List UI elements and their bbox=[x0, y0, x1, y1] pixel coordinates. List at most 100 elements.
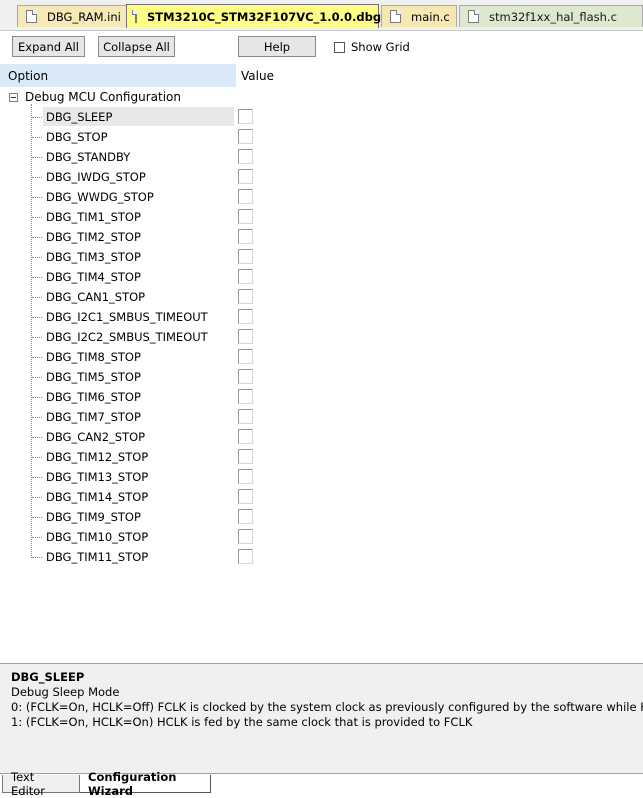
option-value-checkbox[interactable] bbox=[238, 169, 253, 184]
option-row[interactable]: DBG_TIM7_STOP bbox=[0, 407, 643, 427]
editor-tab-bar: DBG_RAM.ini STM3210C_STM32F107VC_1.0.0.d… bbox=[0, 0, 643, 31]
tab-text-editor[interactable]: Text Editor bbox=[2, 770, 80, 798]
option-row[interactable]: DBG_TIM1_STOP bbox=[0, 207, 643, 227]
option-label: DBG_TIM4_STOP bbox=[46, 270, 141, 284]
option-row[interactable]: DBG_TIM11_STOP bbox=[0, 547, 643, 567]
show-grid-label: Show Grid bbox=[351, 40, 410, 54]
option-row[interactable]: DBG_TIM10_STOP bbox=[0, 527, 643, 547]
option-row[interactable]: DBG_CAN2_STOP bbox=[0, 427, 643, 447]
tree-connector-tick bbox=[32, 197, 42, 198]
tree-connector-tick bbox=[32, 557, 42, 558]
option-label: DBG_TIM2_STOP bbox=[46, 230, 141, 244]
tree-connector-tick bbox=[32, 497, 42, 498]
option-value-checkbox[interactable] bbox=[238, 309, 253, 324]
option-label: DBG_TIM1_STOP bbox=[46, 210, 141, 224]
tree-connector-tick bbox=[32, 217, 42, 218]
file-icon bbox=[390, 10, 401, 23]
option-row[interactable]: DBG_I2C2_SMBUS_TIMEOUT bbox=[0, 327, 643, 347]
collapse-all-button[interactable]: Collapse All bbox=[98, 36, 175, 57]
option-value-checkbox[interactable] bbox=[238, 329, 253, 344]
option-row[interactable]: DBG_TIM14_STOP bbox=[0, 487, 643, 507]
option-row[interactable]: DBG_SLEEP bbox=[0, 107, 643, 127]
tree-connector-tick bbox=[32, 277, 42, 278]
tab-label: DBG_RAM.ini bbox=[47, 9, 121, 24]
option-value-checkbox[interactable] bbox=[238, 529, 253, 544]
option-value-checkbox[interactable] bbox=[238, 389, 253, 404]
option-value-checkbox[interactable] bbox=[238, 189, 253, 204]
file-icon bbox=[468, 10, 479, 23]
tree-connector-tick bbox=[32, 237, 42, 238]
option-row[interactable]: DBG_CAN1_STOP bbox=[0, 287, 643, 307]
option-value-checkbox[interactable] bbox=[238, 369, 253, 384]
option-value-checkbox[interactable] bbox=[238, 289, 253, 304]
option-value-checkbox[interactable] bbox=[238, 469, 253, 484]
tab-dbgconf[interactable]: STM3210C_STM32F107VC_1.0.0.dbgconf* bbox=[126, 4, 415, 28]
tree-connector-tick bbox=[32, 177, 42, 178]
tree-connector-tick bbox=[32, 457, 42, 458]
file-icon bbox=[132, 10, 137, 23]
option-value-checkbox[interactable] bbox=[238, 209, 253, 224]
file-icon bbox=[26, 10, 37, 23]
option-value-checkbox[interactable] bbox=[238, 249, 253, 264]
option-label: DBG_TIM12_STOP bbox=[46, 450, 149, 464]
tab-dbg-ram-ini[interactable]: DBG_RAM.ini bbox=[17, 5, 127, 27]
option-label: DBG_TIM3_STOP bbox=[46, 250, 141, 264]
tree-root-node[interactable]: Debug MCU Configuration bbox=[9, 90, 181, 104]
tree-connector-tick bbox=[32, 337, 42, 338]
option-row[interactable]: DBG_TIM2_STOP bbox=[0, 227, 643, 247]
help-button[interactable]: Help bbox=[238, 36, 316, 57]
option-label: DBG_SLEEP bbox=[46, 110, 113, 124]
option-value-checkbox[interactable] bbox=[238, 549, 253, 564]
expand-all-button[interactable]: Expand All bbox=[12, 36, 85, 57]
description-subtitle: Debug Sleep Mode bbox=[11, 685, 120, 699]
option-row[interactable]: DBG_TIM4_STOP bbox=[0, 267, 643, 287]
option-label: DBG_TIM14_STOP bbox=[46, 490, 149, 504]
option-label: DBG_TIM5_STOP bbox=[46, 370, 141, 384]
show-grid-checkbox[interactable] bbox=[334, 41, 345, 53]
tree-connector-tick bbox=[32, 137, 42, 138]
option-value-checkbox[interactable] bbox=[238, 109, 253, 124]
tree-connector-tick bbox=[32, 357, 42, 358]
option-value-checkbox[interactable] bbox=[238, 269, 253, 284]
tree-connector-tick bbox=[32, 517, 42, 518]
tab-label: main.c bbox=[411, 9, 450, 24]
option-value-checkbox[interactable] bbox=[238, 129, 253, 144]
column-header-option[interactable]: Option bbox=[0, 64, 236, 87]
option-label: DBG_STOP bbox=[46, 130, 108, 144]
option-row[interactable]: DBG_STOP bbox=[0, 127, 643, 147]
option-row[interactable]: DBG_TIM12_STOP bbox=[0, 447, 643, 467]
column-header-value[interactable]: Value bbox=[241, 64, 274, 87]
option-value-checkbox[interactable] bbox=[238, 409, 253, 424]
option-row[interactable]: DBG_TIM13_STOP bbox=[0, 467, 643, 487]
option-row[interactable]: DBG_STANDBY bbox=[0, 147, 643, 167]
tree-connector-tick bbox=[32, 257, 42, 258]
tab-hal-flash-c[interactable]: stm32f1xx_hal_flash.c bbox=[459, 5, 643, 27]
option-row[interactable]: DBG_I2C1_SMBUS_TIMEOUT bbox=[0, 307, 643, 327]
show-grid-toggle[interactable]: Show Grid bbox=[334, 40, 410, 54]
tab-main-c[interactable]: main.c bbox=[381, 5, 457, 27]
option-label: DBG_I2C2_SMBUS_TIMEOUT bbox=[46, 330, 208, 344]
option-row[interactable]: DBG_TIM9_STOP bbox=[0, 507, 643, 527]
option-label: DBG_WWDG_STOP bbox=[46, 190, 154, 204]
option-row[interactable]: DBG_IWDG_STOP bbox=[0, 167, 643, 187]
tree-connector-tick bbox=[32, 317, 42, 318]
option-value-checkbox[interactable] bbox=[238, 429, 253, 444]
tree-connector-tick bbox=[32, 117, 42, 118]
option-value-checkbox[interactable] bbox=[238, 229, 253, 244]
option-row[interactable]: DBG_TIM3_STOP bbox=[0, 247, 643, 267]
option-value-checkbox[interactable] bbox=[238, 449, 253, 464]
option-row[interactable]: DBG_WWDG_STOP bbox=[0, 187, 643, 207]
description-line-0: 0: (FCLK=On, HCLK=Off) FCLK is clocked b… bbox=[11, 700, 643, 714]
option-label: DBG_TIM11_STOP bbox=[46, 550, 149, 564]
tab-configuration-wizard[interactable]: Configuration Wizard bbox=[80, 770, 211, 798]
option-value-checkbox[interactable] bbox=[238, 149, 253, 164]
option-row[interactable]: DBG_TIM6_STOP bbox=[0, 387, 643, 407]
option-row[interactable]: DBG_TIM8_STOP bbox=[0, 347, 643, 367]
option-label: DBG_TIM9_STOP bbox=[46, 510, 141, 524]
collapse-toggle-icon[interactable] bbox=[9, 92, 18, 102]
option-value-checkbox[interactable] bbox=[238, 509, 253, 524]
option-label: DBG_TIM6_STOP bbox=[46, 390, 141, 404]
option-value-checkbox[interactable] bbox=[238, 489, 253, 504]
option-row[interactable]: DBG_TIM5_STOP bbox=[0, 367, 643, 387]
option-value-checkbox[interactable] bbox=[238, 349, 253, 364]
